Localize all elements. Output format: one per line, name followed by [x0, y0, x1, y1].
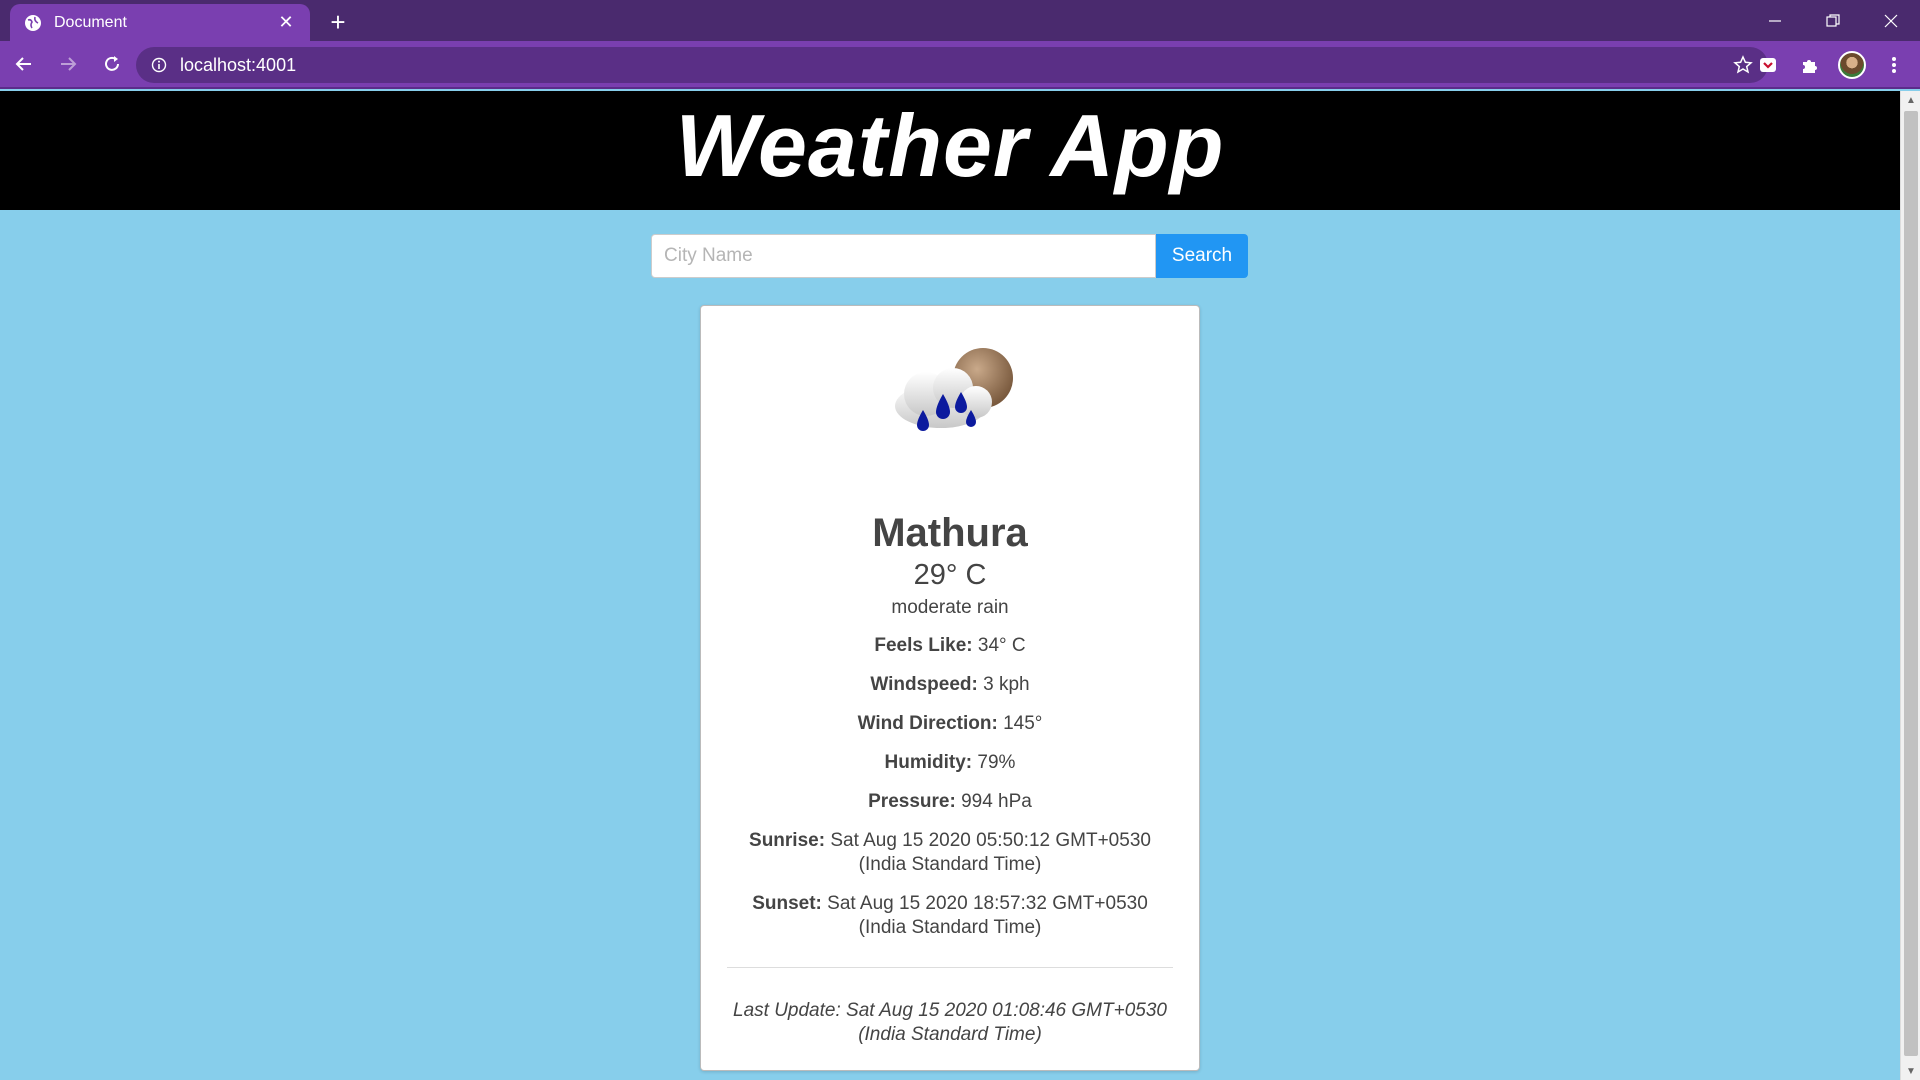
search-button[interactable]: Search [1156, 234, 1248, 278]
city-name: Mathura [872, 511, 1028, 555]
back-button[interactable] [4, 44, 44, 84]
reload-button[interactable] [92, 44, 132, 84]
detail-label: Pressure: [868, 791, 956, 812]
detail-value: Sat Aug 15 2020 05:50:12 GMT+0530 (India… [830, 830, 1151, 875]
forward-button[interactable] [48, 44, 88, 84]
detail-windspeed: Windspeed: 3 kph [701, 673, 1199, 697]
address-bar[interactable]: localhost:4001 [136, 47, 1768, 83]
detail-sunset: Sunset: Sat Aug 15 2020 18:57:32 GMT+053… [701, 892, 1199, 940]
tab-document[interactable]: Document ✕ [10, 4, 310, 41]
page-viewport: Weather App Search [0, 91, 1900, 1080]
detail-sunrise: Sunrise: Sat Aug 15 2020 05:50:12 GMT+05… [701, 829, 1199, 877]
app-header: Weather App [0, 91, 1900, 210]
detail-humidity: Humidity: 79% [701, 751, 1199, 775]
bookmark-star-icon[interactable] [1732, 54, 1754, 76]
scrollbar-thumb[interactable] [1904, 111, 1918, 1056]
close-tab-icon[interactable]: ✕ [276, 12, 296, 33]
puzzle-extensions-icon[interactable] [1796, 51, 1824, 79]
pocket-extension-icon[interactable] [1754, 51, 1782, 79]
detail-value: 994 hPa [961, 791, 1032, 812]
detail-feels-like: Feels Like: 34° C [701, 634, 1199, 658]
scroll-up-arrow-icon[interactable]: ▲ [1901, 91, 1920, 109]
toolbar-extensions [1754, 47, 1908, 83]
minimize-icon[interactable] [1746, 0, 1804, 41]
page-title: Weather App [675, 95, 1225, 195]
globe-icon [24, 14, 42, 32]
detail-label: Wind Direction: [857, 713, 998, 734]
url-text: localhost:4001 [180, 54, 297, 75]
detail-value: 34° C [977, 635, 1026, 656]
detail-value: 145° [1003, 713, 1043, 734]
detail-value: Sat Aug 15 2020 18:57:32 GMT+0530 (India… [827, 893, 1148, 938]
tab-title: Document [54, 13, 127, 31]
detail-value: 3 kph [983, 674, 1030, 695]
page-scrollbar[interactable]: ▲ ▼ [1900, 91, 1920, 1080]
tab-strip: Document ✕ + [0, 0, 1920, 41]
city-search-input[interactable] [651, 234, 1156, 278]
detail-pressure: Pressure: 994 hPa [701, 790, 1199, 814]
detail-value: 79% [977, 752, 1016, 773]
info-icon[interactable] [150, 56, 168, 74]
detail-label: Feels Like: [874, 635, 973, 656]
card-divider [727, 967, 1173, 968]
kebab-menu-icon[interactable] [1880, 51, 1908, 79]
detail-label: Windspeed: [870, 674, 978, 695]
weather-card: Mathura 29° C moderate rain Feels Like: … [700, 305, 1200, 1071]
profile-avatar[interactable] [1838, 51, 1866, 79]
search-form: Search [651, 234, 1248, 278]
detail-label: Sunrise: [749, 830, 826, 851]
window-controls [1746, 0, 1920, 41]
temperature: 29° C [913, 559, 987, 591]
moderate-rain-icon [881, 344, 1021, 454]
scroll-down-arrow-icon[interactable]: ▼ [1901, 1062, 1920, 1080]
detail-label: Humidity: [884, 752, 973, 773]
weather-description: moderate rain [891, 597, 1009, 618]
new-tab-button[interactable]: + [324, 7, 352, 37]
detail-wind-direction: Wind Direction: 145° [701, 712, 1199, 736]
last-update-text: Last Update: Sat Aug 15 2020 01:08:46 GM… [733, 1000, 1167, 1045]
detail-label: Sunset: [752, 893, 822, 914]
restore-icon[interactable] [1804, 0, 1862, 41]
browser-toolbar: localhost:4001 [0, 41, 1920, 89]
close-window-icon[interactable] [1862, 0, 1920, 41]
weather-details: Feels Like: 34° C Windspeed: 3 kph Wind … [701, 634, 1199, 955]
